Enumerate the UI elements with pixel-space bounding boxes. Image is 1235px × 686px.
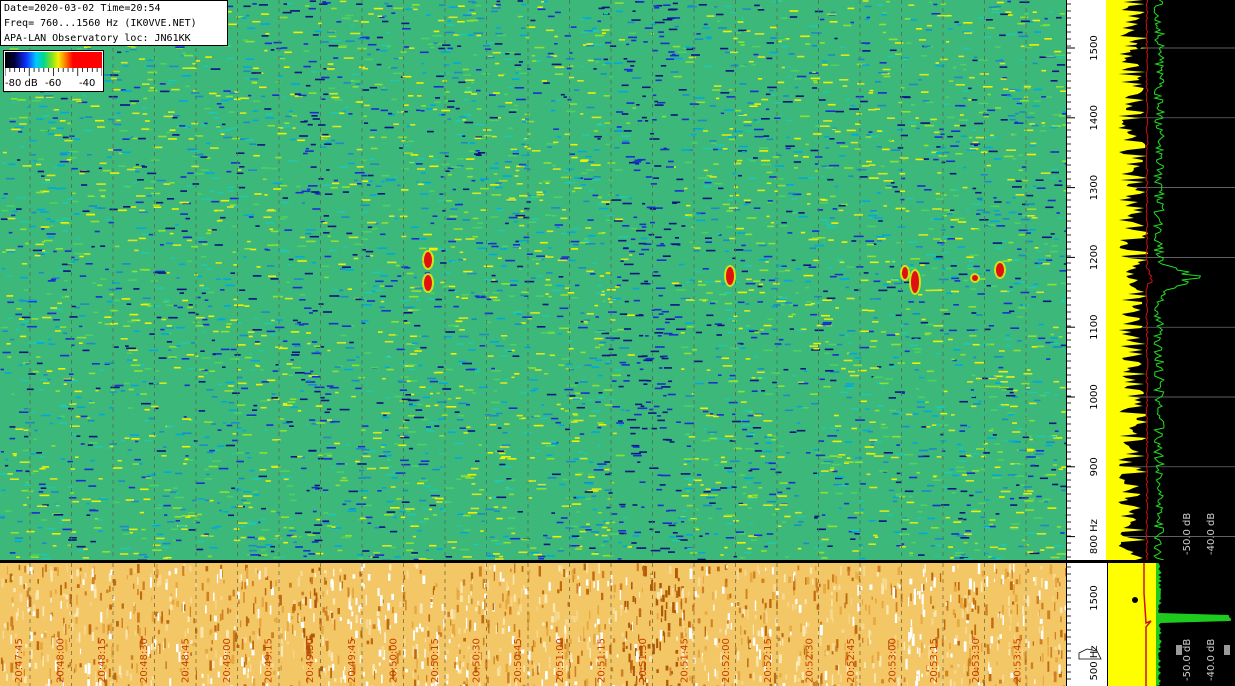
time-axis-label: 20:50:15 bbox=[430, 638, 441, 683]
frequency-axis-label: 1000 bbox=[1089, 384, 1100, 409]
time-axis-label: 20:51:00 bbox=[555, 638, 566, 683]
color-scale-ticks bbox=[5, 68, 102, 76]
spectrum-panel: -50.0 dB -40.0 dB bbox=[1106, 0, 1235, 560]
frequency-axis-label: 1300 bbox=[1089, 175, 1100, 200]
bottom-spectrum-marker-dot bbox=[1132, 597, 1138, 603]
bottom-spectrum-db-label: -40.0 dB bbox=[1206, 639, 1217, 681]
spectrum-peak-trace bbox=[1152, 0, 1202, 560]
color-scale-label-min: -80 dB bbox=[5, 78, 38, 89]
spectrum-current-trace bbox=[1145, 0, 1153, 560]
time-axis-label: 20:53:15 bbox=[929, 638, 940, 683]
spectrum-db-label: -40.0 dB bbox=[1206, 513, 1217, 555]
time-strip-canvas: 20:47:45 20:48:00 20:48:15 20:48:30 20:48:45… bbox=[0, 563, 1066, 686]
bottom-frequency-axis-canvas: 1500500 Hz bbox=[1067, 566, 1102, 681]
time-axis-label: 20:51:45 bbox=[680, 638, 691, 683]
bottom-spectrum-canvas: -50.0 dB -40.0 dB bbox=[1106, 563, 1232, 686]
time-axis-label: 20:48:30 bbox=[139, 638, 150, 683]
color-scale-legend: -80 dB -60 -40 bbox=[3, 50, 104, 92]
frequency-axis-label: 1400 bbox=[1089, 105, 1100, 130]
bottom-spectrum-square bbox=[1224, 645, 1230, 655]
strip-noise bbox=[0, 563, 1066, 686]
frequency-axis-label: 900 bbox=[1089, 457, 1100, 476]
spectrum-db-label: -50.0 dB bbox=[1182, 513, 1193, 555]
time-axis-label: 20:53:30 bbox=[971, 638, 982, 683]
time-axis-label: 20:47:45 bbox=[14, 638, 25, 683]
frequency-axis-label: 1200 bbox=[1089, 245, 1100, 270]
info-date-time: Date=2020-03-02 Time=20:54 bbox=[4, 3, 161, 14]
time-axis-label: 20:50:45 bbox=[513, 638, 524, 683]
info-observatory-location: APA-LAN Observatory loc: JN61KK bbox=[4, 33, 191, 44]
time-axis-label: 20:48:45 bbox=[180, 638, 191, 683]
time-axis-label: 20:53:00 bbox=[888, 638, 899, 683]
bottom-spectrum-peak bbox=[1156, 563, 1232, 686]
bottom-spectrum-db-label: -50.0 dB bbox=[1182, 639, 1193, 681]
frequency-axis: 1500 1400 1300 1200 1100 1000 900 800 Hz bbox=[1066, 0, 1107, 560]
waterfall-display: Date=2020-03-02 Time=20:54 Freq= 760...1… bbox=[0, 0, 1066, 560]
bottom-spectrum-panel: -50.0 dB -40.0 dB bbox=[1106, 563, 1235, 686]
time-axis-label: 20:52:15 bbox=[763, 638, 774, 683]
info-box: Date=2020-03-02 Time=20:54 Freq= 760...1… bbox=[0, 0, 228, 46]
frequency-axis-canvas: 1500 1400 1300 1200 1100 1000 900 800 Hz bbox=[1067, 3, 1100, 558]
time-axis-label: 20:50:00 bbox=[388, 638, 399, 683]
info-frequency-range: Freq= 760...1560 Hz (IK0VVE.NET) bbox=[4, 18, 197, 29]
time-axis-label: 20:52:00 bbox=[721, 638, 732, 683]
time-axis-label: 20:48:15 bbox=[97, 638, 108, 683]
time-axis-label: 20:48:00 bbox=[56, 638, 67, 683]
spectrum-average-fill bbox=[1106, 0, 1148, 560]
waterfall-canvas bbox=[0, 0, 1066, 560]
time-axis-label: 20:51:30 bbox=[638, 638, 649, 683]
time-axis-label: 20:49:30 bbox=[305, 638, 316, 683]
color-scale-label-max: -40 bbox=[79, 78, 96, 89]
time-axis-label: 20:51:15 bbox=[596, 638, 607, 683]
time-axis-label: 20:49:15 bbox=[264, 638, 275, 683]
time-axis-label: 20:50:30 bbox=[472, 638, 483, 683]
frequency-axis-label: 800 Hz bbox=[1089, 519, 1100, 554]
color-scale-gradient bbox=[5, 52, 102, 68]
spectrum-canvas: -50.0 dB -40.0 dB bbox=[1106, 0, 1235, 560]
spectrum-marker-dot bbox=[1136, 43, 1142, 49]
bottom-axis-label: 1500 bbox=[1089, 585, 1100, 610]
color-scale-label-mid: -60 bbox=[45, 78, 62, 89]
time-strip: 20:47:45 20:48:00 20:48:15 20:48:30 20:48:45… bbox=[0, 563, 1066, 686]
time-axis-label: 20:49:45 bbox=[347, 638, 358, 683]
time-axis-label: 20:53:45 bbox=[1012, 638, 1023, 683]
frequency-axis-label: 1500 bbox=[1089, 35, 1100, 60]
bottom-frequency-axis: 1500 500 Hz bbox=[1066, 563, 1107, 686]
time-axis-label: 20:52:45 bbox=[846, 638, 857, 683]
time-axis-label: 20:52:30 bbox=[804, 638, 815, 683]
frequency-axis-label: 1100 bbox=[1089, 314, 1100, 339]
time-axis-label: 20:49:00 bbox=[222, 638, 233, 683]
meteor-echoes bbox=[422, 250, 1006, 295]
